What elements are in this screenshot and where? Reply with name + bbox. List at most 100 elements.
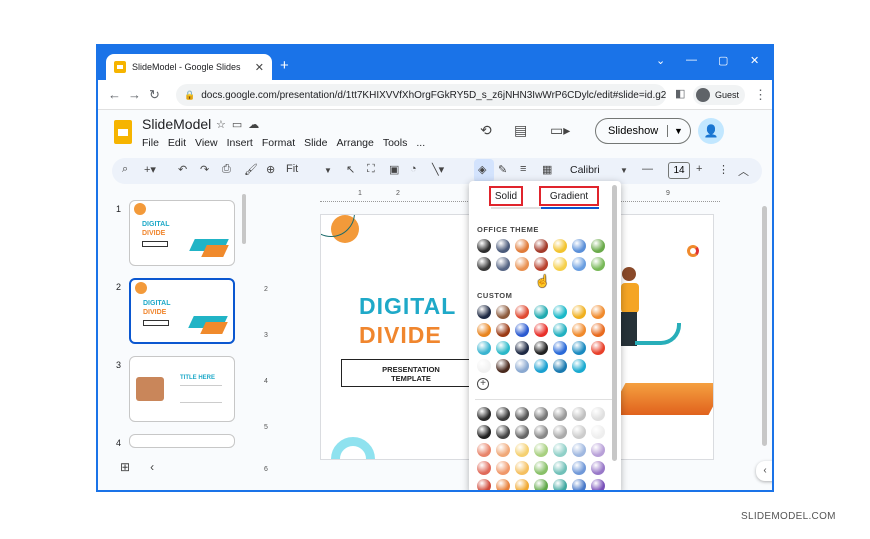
color-swatch[interactable] bbox=[477, 341, 491, 355]
color-swatch[interactable] bbox=[477, 407, 491, 421]
color-swatch[interactable] bbox=[591, 341, 605, 355]
color-swatch[interactable] bbox=[496, 341, 510, 355]
color-swatch[interactable] bbox=[591, 359, 605, 373]
color-swatch[interactable] bbox=[534, 305, 548, 319]
color-swatch[interactable] bbox=[553, 425, 567, 439]
logo-icon[interactable] bbox=[687, 245, 699, 257]
color-swatch[interactable] bbox=[515, 407, 529, 421]
color-swatch[interactable] bbox=[496, 257, 510, 271]
print-icon[interactable]: ⎙ bbox=[222, 163, 231, 176]
reload-button[interactable]: ↻ bbox=[149, 87, 160, 103]
fill-color-button[interactable]: ◈ bbox=[474, 159, 494, 183]
font-size-input[interactable]: 14 bbox=[668, 162, 690, 179]
decrease-font-icon[interactable]: — bbox=[642, 163, 653, 175]
chevron-down-icon[interactable]: ▼ bbox=[668, 126, 683, 136]
tab-gradient[interactable]: Gradient bbox=[539, 186, 599, 206]
color-swatch[interactable] bbox=[496, 479, 510, 490]
color-swatch[interactable] bbox=[553, 407, 567, 421]
color-swatch[interactable] bbox=[515, 305, 529, 319]
zoom-chevron-icon[interactable]: ▼ bbox=[324, 166, 332, 175]
color-swatch[interactable] bbox=[572, 305, 586, 319]
new-tab-button[interactable]: + bbox=[280, 57, 289, 74]
move-folder-icon[interactable]: ▭ bbox=[232, 119, 248, 131]
color-swatch[interactable] bbox=[477, 425, 491, 439]
profile-button[interactable]: Guest bbox=[693, 85, 745, 105]
tab-search-icon[interactable]: ⌄ bbox=[656, 54, 665, 67]
color-swatch[interactable] bbox=[553, 257, 567, 271]
slide-thumbnail-2[interactable]: DIGITAL DIVIDE bbox=[129, 278, 235, 344]
color-swatch[interactable] bbox=[572, 323, 586, 337]
color-swatch[interactable] bbox=[591, 443, 605, 457]
color-swatch[interactable] bbox=[591, 479, 605, 490]
menu-format[interactable]: Format bbox=[262, 137, 295, 149]
color-swatch[interactable] bbox=[553, 239, 567, 253]
color-swatch[interactable] bbox=[477, 479, 491, 490]
canvas-scrollbar[interactable] bbox=[762, 206, 767, 446]
filmstrip-scrollbar[interactable] bbox=[242, 194, 246, 244]
color-swatch[interactable] bbox=[553, 323, 567, 337]
close-window-button[interactable]: ✕ bbox=[750, 54, 759, 67]
color-swatch[interactable] bbox=[572, 341, 586, 355]
forward-button[interactable]: → bbox=[128, 87, 141, 102]
slide-thumbnail-3[interactable]: TITLE HERE bbox=[129, 356, 235, 422]
slide-thumbnail-4[interactable] bbox=[129, 434, 235, 448]
color-swatch[interactable] bbox=[572, 479, 586, 490]
slide-title-line-1[interactable]: DIGITAL bbox=[359, 293, 456, 320]
menu-arrange[interactable]: Arrange bbox=[336, 137, 373, 149]
color-swatch[interactable] bbox=[515, 425, 529, 439]
color-swatch[interactable] bbox=[477, 461, 491, 475]
menu-file[interactable]: File bbox=[142, 137, 159, 149]
search-menus-icon[interactable]: ⌕ bbox=[122, 163, 128, 176]
color-swatch[interactable] bbox=[553, 443, 567, 457]
color-swatch[interactable] bbox=[534, 425, 548, 439]
color-swatch[interactable] bbox=[515, 239, 529, 253]
collapse-filmstrip-icon[interactable]: ‹ bbox=[150, 460, 174, 474]
color-swatch[interactable] bbox=[477, 323, 491, 337]
border-dash-icon[interactable]: ▦ bbox=[542, 163, 552, 176]
grid-view-icon[interactable]: ⊞ bbox=[120, 460, 150, 474]
dropdown-scrollbar[interactable] bbox=[612, 185, 617, 461]
color-swatch[interactable] bbox=[572, 407, 586, 421]
slide-title-line-2[interactable]: DIVIDE bbox=[359, 322, 442, 349]
color-swatch[interactable] bbox=[515, 443, 529, 457]
color-swatch[interactable] bbox=[553, 461, 567, 475]
color-swatch[interactable] bbox=[477, 305, 491, 319]
color-swatch[interactable] bbox=[534, 479, 548, 490]
select-tool-icon[interactable]: ↖ bbox=[346, 163, 355, 176]
color-swatch[interactable] bbox=[534, 341, 548, 355]
color-swatch[interactable] bbox=[477, 239, 491, 253]
color-swatch[interactable] bbox=[534, 443, 548, 457]
menu-edit[interactable]: Edit bbox=[168, 137, 186, 149]
document-title[interactable]: SlideModel bbox=[142, 116, 211, 132]
zoom-select[interactable]: Fit bbox=[286, 163, 298, 175]
color-swatch[interactable] bbox=[477, 257, 491, 271]
cloud-status-icon[interactable]: ☁ bbox=[248, 119, 265, 131]
color-swatch[interactable] bbox=[572, 257, 586, 271]
color-swatch[interactable] bbox=[477, 359, 491, 373]
color-swatch[interactable] bbox=[572, 443, 586, 457]
color-swatch[interactable] bbox=[534, 257, 548, 271]
color-swatch[interactable] bbox=[572, 425, 586, 439]
menu-tools[interactable]: Tools bbox=[383, 137, 408, 149]
menu-more[interactable]: ... bbox=[416, 137, 425, 149]
minimize-button[interactable]: — bbox=[686, 54, 697, 66]
zoom-icon[interactable]: ⊕ bbox=[266, 163, 275, 176]
color-swatch[interactable] bbox=[534, 359, 548, 373]
cyan-arc-shape[interactable] bbox=[331, 437, 375, 459]
menu-slide[interactable]: Slide bbox=[304, 137, 327, 149]
slides-logo-icon[interactable] bbox=[114, 120, 132, 144]
color-swatch[interactable] bbox=[591, 257, 605, 271]
color-swatch[interactable] bbox=[496, 425, 510, 439]
color-swatch[interactable] bbox=[553, 305, 567, 319]
color-swatch[interactable] bbox=[496, 359, 510, 373]
color-swatch[interactable] bbox=[534, 461, 548, 475]
new-slide-icon[interactable]: +▾ bbox=[144, 163, 156, 176]
url-input[interactable]: 🔒 docs.google.com/presentation/d/1tt7KHI… bbox=[176, 84, 666, 106]
color-swatch[interactable] bbox=[496, 443, 510, 457]
sidepanel-icon[interactable]: ◧ bbox=[675, 87, 685, 100]
star-icon[interactable]: ☆ bbox=[216, 119, 232, 131]
font-select[interactable]: Calibri bbox=[570, 164, 600, 176]
color-swatch[interactable] bbox=[515, 359, 529, 373]
color-swatch[interactable] bbox=[496, 323, 510, 337]
color-swatch[interactable] bbox=[591, 425, 605, 439]
